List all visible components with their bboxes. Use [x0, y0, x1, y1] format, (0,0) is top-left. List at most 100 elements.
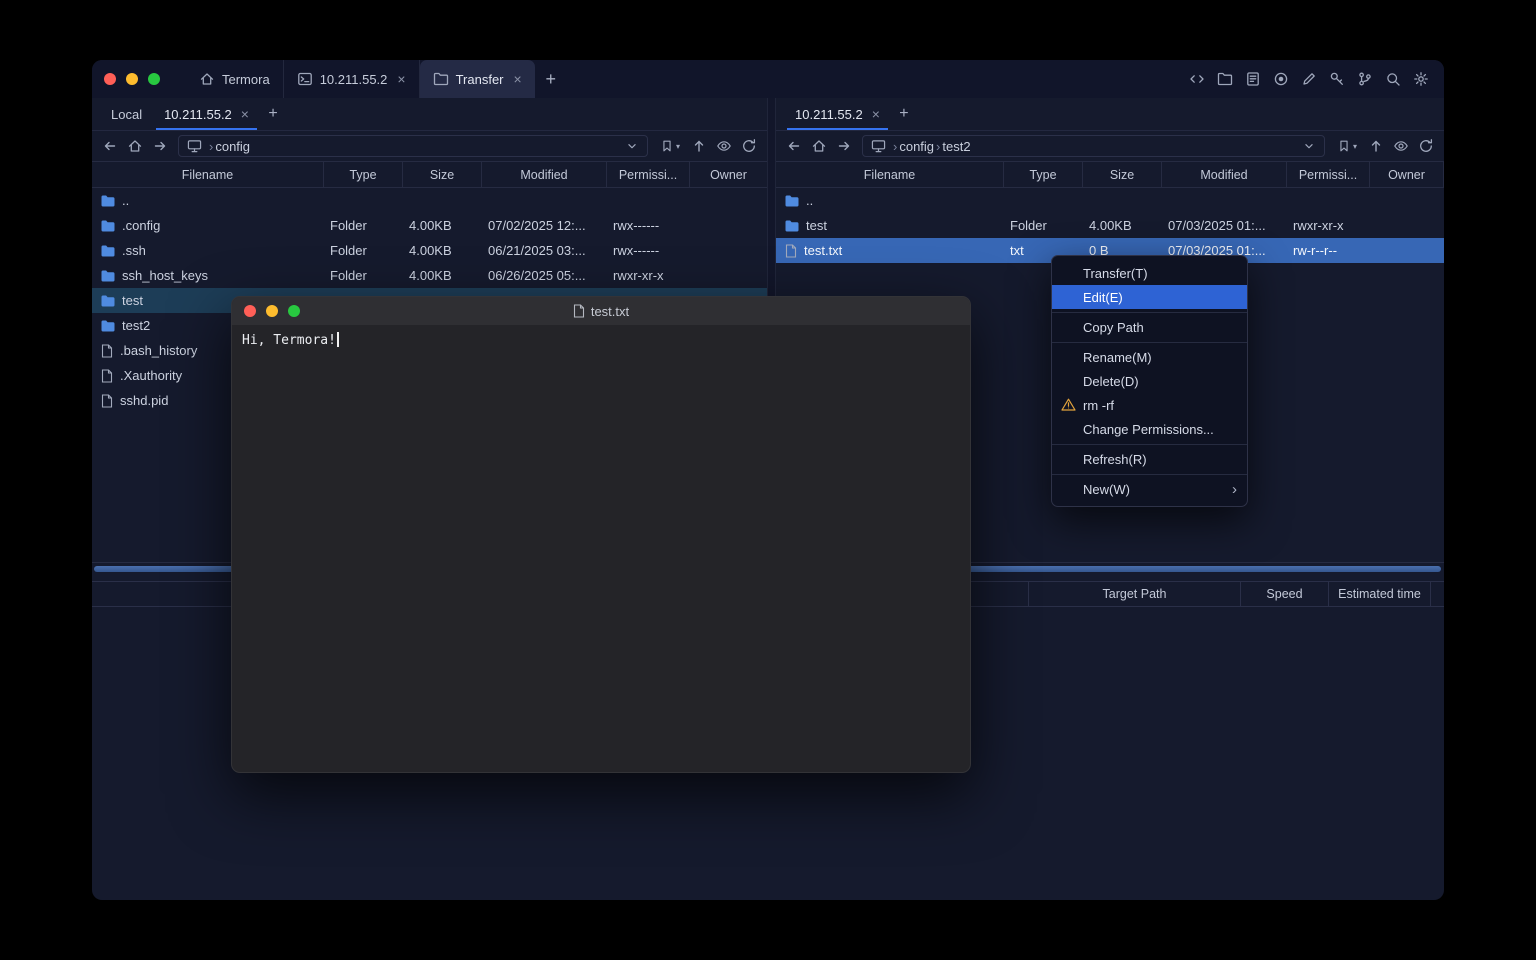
- column-header-filename[interactable]: Filename: [776, 162, 1004, 187]
- git-branch-icon[interactable]: [1356, 71, 1373, 88]
- file-name: .ssh: [122, 243, 146, 258]
- column-header-permissi[interactable]: Permissi...: [607, 162, 690, 187]
- menu-item-copy-path[interactable]: Copy Path: [1052, 315, 1247, 339]
- new-panel-tab-button[interactable]: +: [891, 98, 917, 130]
- settings-gear-icon[interactable]: [1412, 71, 1429, 88]
- file-name: test.txt: [804, 243, 842, 258]
- terminal-icon: [297, 71, 313, 87]
- new-panel-tab-button[interactable]: +: [260, 98, 286, 130]
- file-type: Folder: [324, 268, 403, 283]
- file-row-test[interactable]: testFolder4.00KB07/03/2025 01:...rwxr-xr…: [776, 213, 1444, 238]
- pencil-icon[interactable]: [1300, 71, 1317, 88]
- forward-button[interactable]: [832, 134, 856, 158]
- column-header-modified[interactable]: Modified: [482, 162, 607, 187]
- column-header-type[interactable]: Type: [324, 162, 403, 187]
- search-icon[interactable]: [1384, 71, 1401, 88]
- key-icon[interactable]: [1328, 71, 1345, 88]
- chevron-down-icon[interactable]: [625, 139, 639, 153]
- column-header-owner[interactable]: Owner: [1370, 162, 1444, 187]
- chevron-down-icon[interactable]: [1302, 139, 1316, 153]
- column-header-size[interactable]: Size: [403, 162, 482, 187]
- editor-content[interactable]: Hi, Termora!: [232, 325, 970, 356]
- tab-remote-10-211-55-2[interactable]: 10.211.55.2 ×: [153, 98, 260, 130]
- notes-icon[interactable]: [1244, 71, 1261, 88]
- path-separator: ›: [893, 139, 897, 154]
- tab-termora[interactable]: Termora: [186, 60, 283, 98]
- column-header-owner[interactable]: Owner: [690, 162, 767, 187]
- column-header-speed[interactable]: Speed: [1240, 582, 1328, 606]
- file-row-ssh[interactable]: .sshFolder4.00KB06/21/2025 03:...rwx----…: [92, 238, 767, 263]
- close-tab-icon[interactable]: ×: [241, 107, 249, 121]
- file-name: .bash_history: [120, 343, 197, 358]
- computer-icon: [187, 139, 202, 153]
- home-button[interactable]: [123, 134, 147, 158]
- folder-icon[interactable]: [1216, 71, 1233, 88]
- home-button[interactable]: [807, 134, 831, 158]
- menu-item-refresh-r[interactable]: Refresh(R): [1052, 447, 1247, 471]
- show-hidden-eye-button[interactable]: [1389, 134, 1413, 158]
- tab-host-10-211-55-2[interactable]: 10.211.55.2 ×: [283, 60, 420, 98]
- file-row-ssh-host-keys[interactable]: ssh_host_keysFolder4.00KB06/26/2025 05:.…: [92, 263, 767, 288]
- file-row-parent[interactable]: ..: [776, 188, 1444, 213]
- zoom-window-button[interactable]: [148, 73, 160, 85]
- titlebar: Termora 10.211.55.2 × Transfer × +: [92, 60, 1444, 98]
- refresh-button[interactable]: [737, 134, 761, 158]
- forward-button[interactable]: [148, 134, 172, 158]
- file-row-parent[interactable]: ..: [92, 188, 767, 213]
- path-bar[interactable]: ›config›test2: [862, 135, 1325, 157]
- file-name: sshd.pid: [120, 393, 168, 408]
- column-header-filename[interactable]: Filename: [92, 162, 324, 187]
- titlebar-toolbar: [1188, 60, 1444, 98]
- zoom-editor-button[interactable]: [288, 305, 300, 317]
- column-header-estimated-time[interactable]: Estimated time: [1328, 582, 1430, 606]
- menu-item-delete-d[interactable]: Delete(D): [1052, 369, 1247, 393]
- close-window-button[interactable]: [104, 73, 116, 85]
- close-tab-icon[interactable]: ×: [872, 107, 880, 121]
- tab-transfer[interactable]: Transfer ×: [420, 60, 535, 98]
- minimize-window-button[interactable]: [126, 73, 138, 85]
- menu-item-change-permissions[interactable]: Change Permissions...: [1052, 417, 1247, 441]
- menu-item-transfer-t[interactable]: Transfer(T): [1052, 261, 1247, 285]
- tab-local[interactable]: Local: [100, 98, 153, 130]
- file-permissions: rwxr-xr-x: [607, 268, 690, 283]
- menu-item-new-w[interactable]: New(W)›: [1052, 477, 1247, 501]
- new-window-tab-button[interactable]: +: [535, 60, 567, 98]
- back-button[interactable]: [98, 134, 122, 158]
- menu-item-rename-m[interactable]: Rename(M): [1052, 345, 1247, 369]
- close-tab-icon[interactable]: ×: [397, 72, 405, 86]
- path-separator: ›: [209, 139, 213, 154]
- editor-titlebar[interactable]: test.txt: [232, 297, 970, 325]
- path-segment-config[interactable]: config: [215, 139, 250, 154]
- path-segment-config[interactable]: config: [899, 139, 934, 154]
- path-bar[interactable]: ›config: [178, 135, 648, 157]
- bookmark-button[interactable]: ▾: [654, 134, 686, 158]
- column-header-permissi[interactable]: Permissi...: [1287, 162, 1370, 187]
- file-size: 4.00KB: [403, 218, 482, 233]
- show-hidden-eye-button[interactable]: [712, 134, 736, 158]
- upload-button[interactable]: [1364, 134, 1388, 158]
- file-permissions: rw-r--r--: [1287, 243, 1370, 258]
- record-icon[interactable]: [1272, 71, 1289, 88]
- code-icon[interactable]: [1188, 71, 1205, 88]
- close-editor-button[interactable]: [244, 305, 256, 317]
- file-row-config[interactable]: .configFolder4.00KB07/02/2025 12:...rwx-…: [92, 213, 767, 238]
- column-header-target-path[interactable]: Target Path: [1028, 582, 1240, 606]
- menu-item-rm-rf[interactable]: rm -rf: [1052, 393, 1247, 417]
- file-permissions: rwx------: [607, 218, 690, 233]
- upload-button[interactable]: [687, 134, 711, 158]
- path-segment-test2[interactable]: test2: [942, 139, 970, 154]
- back-button[interactable]: [782, 134, 806, 158]
- column-header-size[interactable]: Size: [1083, 162, 1162, 187]
- column-header-type[interactable]: Type: [1004, 162, 1083, 187]
- folder-icon: [101, 245, 115, 257]
- column-header-modified[interactable]: Modified: [1162, 162, 1287, 187]
- refresh-button[interactable]: [1414, 134, 1438, 158]
- editor-text: Hi, Termora!: [242, 333, 336, 348]
- menu-item-edit-e[interactable]: Edit(E): [1052, 285, 1247, 309]
- tab-remote-10-211-55-2[interactable]: 10.211.55.2 ×: [784, 98, 891, 130]
- minimize-editor-button[interactable]: [266, 305, 278, 317]
- file-icon: [101, 394, 113, 408]
- close-tab-icon[interactable]: ×: [514, 72, 522, 86]
- submenu-chevron-icon: ›: [1232, 482, 1237, 497]
- bookmark-button[interactable]: ▾: [1331, 134, 1363, 158]
